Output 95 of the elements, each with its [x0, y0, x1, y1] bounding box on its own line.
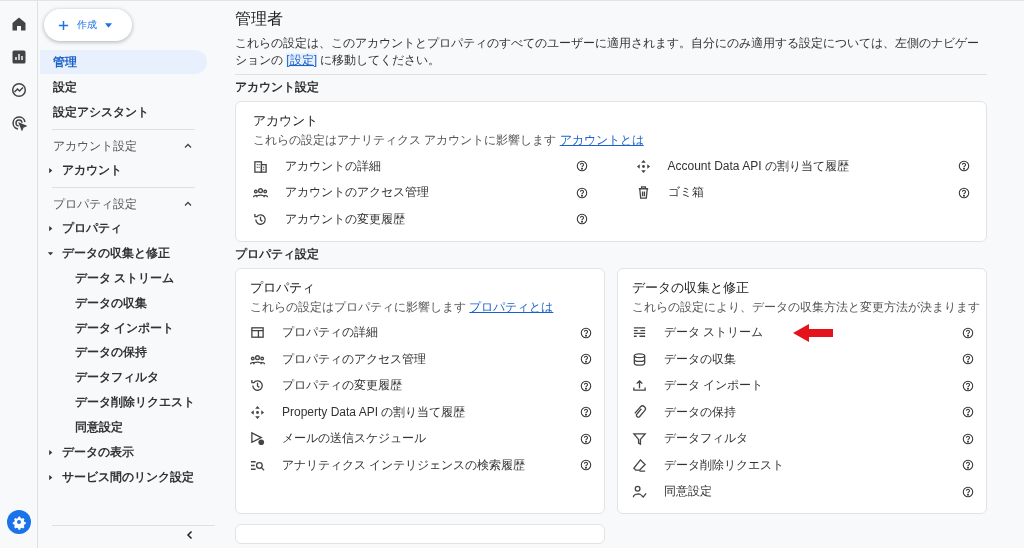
tree-item[interactable]: データの保持	[40, 340, 225, 366]
settings-link-item[interactable]: データの保持	[664, 403, 962, 421]
home-icon[interactable]	[10, 16, 27, 32]
eraser-icon	[632, 457, 647, 473]
section-heading: プロパティ設定	[235, 245, 320, 263]
settings-link[interactable]: [設定]	[286, 53, 317, 67]
filter-icon	[632, 431, 647, 447]
chevron-icon[interactable]	[183, 143, 193, 149]
settings-link-item[interactable]: Account Data API の割り当て履歴	[667, 157, 958, 175]
building-icon	[253, 158, 268, 174]
tree-item[interactable]: サービス間のリンク設定	[40, 464, 225, 490]
help-link[interactable]: プロパティとは	[469, 299, 554, 314]
help-icon[interactable]	[580, 326, 592, 339]
settings-link-item[interactable]: アカウントの変更履歴	[285, 210, 576, 228]
person-check-icon	[632, 484, 647, 500]
settings-link-item[interactable]: アナリティクス インテリジェンスの検索履歴	[282, 456, 580, 474]
tree-item[interactable]: 同意設定	[40, 414, 225, 440]
settings-link-item[interactable]: Property Data API の割り当て履歴	[282, 403, 580, 421]
help-icon[interactable]	[962, 353, 974, 366]
panel-icon	[250, 325, 265, 341]
help-icon[interactable]	[962, 406, 974, 419]
paperclip-icon	[632, 404, 647, 420]
settings-link-item[interactable]: データ削除リクエスト	[664, 456, 962, 474]
settings-link-item[interactable]: 同意設定	[664, 483, 962, 501]
expand-caret-icon[interactable]	[47, 473, 54, 481]
help-icon[interactable]	[958, 186, 970, 199]
settings-link-item[interactable]: アカウントの詳細	[285, 157, 576, 175]
plus-icon	[58, 19, 69, 31]
help-icon[interactable]	[958, 160, 970, 173]
help-icon[interactable]	[962, 485, 974, 498]
settings-link-item[interactable]: プロパティの詳細	[282, 324, 580, 342]
history-icon	[253, 211, 268, 227]
page-title: 管理者	[235, 9, 284, 29]
expand-caret-icon[interactable]	[47, 225, 54, 232]
section-header[interactable]: プロパティ設定	[40, 192, 225, 216]
help-icon[interactable]	[580, 379, 592, 392]
card-title: プロパティ	[250, 278, 316, 297]
trend-circle-icon[interactable]	[10, 82, 27, 98]
send-clock-icon	[250, 431, 265, 447]
card-description: これらの設定はプロパティに影響します	[250, 299, 466, 314]
nav-item[interactable]: 設定	[40, 75, 207, 99]
chevron-icon[interactable]	[183, 201, 193, 207]
section-heading: アカウント設定	[235, 79, 320, 96]
tree-item[interactable]: データフィルタ	[40, 365, 225, 390]
card-description: これらの設定はアナリティクス アカウントに影響します	[253, 133, 557, 147]
help-icon[interactable]	[580, 406, 592, 419]
settings-icon[interactable]	[6, 510, 31, 534]
help-icon[interactable]	[962, 459, 974, 472]
expand-caret-icon[interactable]	[47, 167, 54, 174]
help-icon[interactable]	[962, 379, 974, 392]
settings-link-item[interactable]: アカウントのアクセス管理	[285, 184, 576, 202]
tree-item[interactable]: データ インポート	[40, 315, 225, 341]
database-icon	[632, 351, 647, 367]
section-header[interactable]: アカウント設定	[40, 134, 225, 158]
card-description: これらの設定により、データの収集方法と変更方法が決まります	[632, 299, 980, 314]
cursor-target-icon[interactable]	[10, 115, 27, 131]
tree-item[interactable]: プロパティ	[40, 216, 225, 241]
nav-item[interactable]: 管理	[40, 50, 207, 74]
expand-caret-icon[interactable]	[47, 448, 54, 456]
settings-link-item[interactable]: ゴミ箱	[667, 184, 958, 202]
tree-item[interactable]: データ削除リクエスト	[40, 390, 225, 415]
arrows-icon	[635, 158, 651, 174]
create-button[interactable]: 作成	[44, 9, 132, 41]
settings-link-item[interactable]: メールの送信スケジュール	[282, 430, 580, 448]
settings-link-item[interactable]: データ ストリーム	[664, 324, 962, 342]
settings-link-item[interactable]: データ インポート	[664, 377, 962, 395]
help-icon[interactable]	[575, 160, 588, 173]
page-description: これらの設定は、このアカウントとプロパティのすべてのユーザーに適用されます。自分にのみ適用する設定については、左側のナビゲーションの [設定] に移動してください。	[235, 35, 980, 69]
tree-item[interactable]: データ ストリーム	[40, 266, 225, 291]
help-link[interactable]: アカウントとは	[559, 133, 644, 147]
help-icon[interactable]	[962, 432, 974, 445]
help-icon[interactable]	[580, 459, 592, 472]
settings-link-item[interactable]: プロパティのアクセス管理	[282, 350, 580, 368]
settings-link-item[interactable]: データの収集	[664, 350, 962, 368]
caret-icon	[105, 22, 112, 28]
help-icon[interactable]	[575, 186, 588, 199]
tree-item[interactable]: アカウント	[40, 158, 225, 183]
help-icon[interactable]	[575, 213, 588, 226]
help-icon[interactable]	[580, 353, 592, 366]
help-icon[interactable]	[580, 432, 592, 445]
nav-item[interactable]: 設定アシスタント	[40, 100, 207, 124]
tree-item[interactable]: データの収集と修正	[40, 241, 225, 266]
help-icon[interactable]	[962, 326, 974, 339]
chevron-left-icon[interactable]	[185, 530, 195, 540]
tree-item[interactable]: データの表示	[40, 439, 225, 465]
settings-link-item[interactable]: データフィルタ	[664, 430, 962, 448]
card-title: アカウント	[253, 112, 319, 130]
upload-icon	[632, 378, 647, 394]
settings-link-item[interactable]: プロパティの変更履歴	[282, 377, 580, 395]
bar-chart-icon[interactable]	[10, 49, 27, 65]
expand-caret-icon[interactable]	[47, 250, 54, 257]
card-title: データの収集と修正	[632, 278, 750, 297]
history-icon	[250, 378, 265, 394]
tree-item[interactable]: データの収集	[40, 290, 225, 316]
arrows-icon	[250, 404, 265, 420]
